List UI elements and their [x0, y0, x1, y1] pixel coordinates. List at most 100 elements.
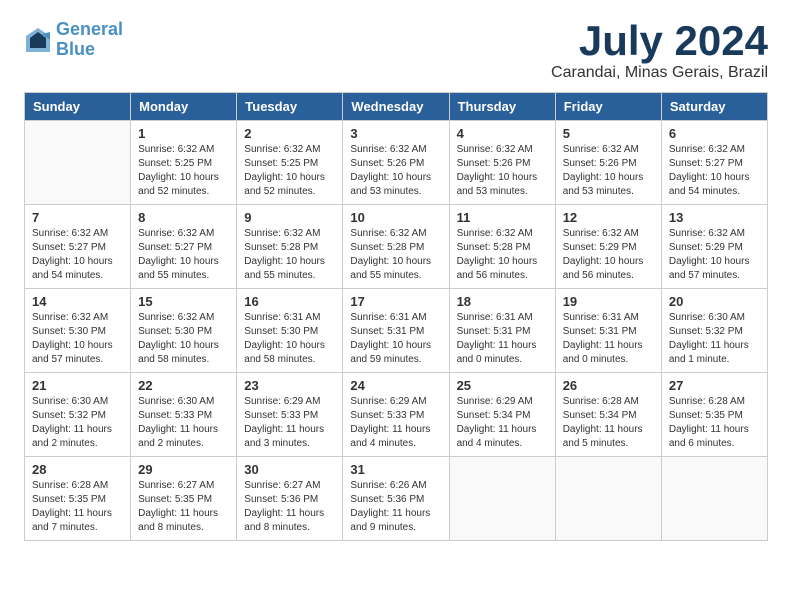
day-number: 10 [350, 210, 441, 225]
weekday-header: Tuesday [237, 93, 343, 121]
day-number: 23 [244, 378, 335, 393]
day-detail: Sunrise: 6:31 AM Sunset: 5:31 PM Dayligh… [457, 311, 548, 367]
logo-general: General [56, 19, 123, 39]
day-number: 30 [244, 462, 335, 477]
day-detail: Sunrise: 6:32 AM Sunset: 5:26 PM Dayligh… [563, 143, 654, 199]
calendar-cell: 2 Sunrise: 6:32 AM Sunset: 5:25 PM Daylig… [237, 121, 343, 205]
day-number: 12 [563, 210, 654, 225]
calendar-week-row: 14 Sunrise: 6:32 AM Sunset: 5:30 PM Dayli… [25, 289, 768, 373]
weekday-header: Wednesday [343, 93, 449, 121]
day-number: 27 [669, 378, 760, 393]
calendar-cell: 6Sunrise: 6:32 AM Sunset: 5:27 PM Daylig… [661, 121, 767, 205]
day-number: 29 [138, 462, 229, 477]
day-detail: Sunrise: 6:32 AM Sunset: 5:27 PM Dayligh… [138, 227, 229, 283]
calendar-cell: 3Sunrise: 6:32 AM Sunset: 5:26 PM Daylig… [343, 121, 449, 205]
day-number: 31 [350, 462, 441, 477]
month-title: July 2024 [551, 20, 768, 62]
calendar-cell: 4 Sunrise: 6:32 AM Sunset: 5:26 PM Daylig… [449, 121, 555, 205]
day-detail: Sunrise: 6:32 AM Sunset: 5:26 PM Dayligh… [350, 143, 441, 199]
day-detail: Sunrise: 6:30 AM Sunset: 5:32 PM Dayligh… [32, 395, 123, 451]
day-detail: Sunrise: 6:32 AM Sunset: 5:27 PM Dayligh… [32, 227, 123, 283]
day-detail: Sunrise: 6:31 AM Sunset: 5:31 PM Dayligh… [350, 311, 441, 367]
day-detail: Sunrise: 6:26 AM Sunset: 5:36 PM Dayligh… [350, 479, 441, 535]
day-number: 18 [457, 294, 548, 309]
calendar-cell: 26 Sunrise: 6:28 AM Sunset: 5:34 PM Dayli… [555, 373, 661, 457]
header: General Blue July 2024 Carandai, Minas G… [24, 20, 768, 82]
calendar-cell: 15Sunrise: 6:32 AM Sunset: 5:30 PM Dayli… [131, 289, 237, 373]
day-number: 26 [563, 378, 654, 393]
calendar-week-row: 1 Sunrise: 6:32 AM Sunset: 5:25 PM Daylig… [25, 121, 768, 205]
weekday-header: Sunday [25, 93, 131, 121]
day-detail: Sunrise: 6:32 AM Sunset: 5:25 PM Dayligh… [138, 143, 229, 199]
calendar-cell: 20Sunrise: 6:30 AM Sunset: 5:32 PM Dayli… [661, 289, 767, 373]
day-detail: Sunrise: 6:29 AM Sunset: 5:34 PM Dayligh… [457, 395, 548, 451]
calendar-body: 1 Sunrise: 6:32 AM Sunset: 5:25 PM Daylig… [25, 121, 768, 541]
calendar-cell: 24 Sunrise: 6:29 AM Sunset: 5:33 PM Dayli… [343, 373, 449, 457]
day-detail: Sunrise: 6:30 AM Sunset: 5:33 PM Dayligh… [138, 395, 229, 451]
calendar-cell: 18 Sunrise: 6:31 AM Sunset: 5:31 PM Dayli… [449, 289, 555, 373]
calendar-cell: 11Sunrise: 6:32 AM Sunset: 5:28 PM Dayli… [449, 205, 555, 289]
calendar-cell [25, 121, 131, 205]
day-number: 6 [669, 126, 760, 141]
calendar-cell: 10 Sunrise: 6:32 AM Sunset: 5:28 PM Dayli… [343, 205, 449, 289]
day-number: 15 [138, 294, 229, 309]
page-container: General Blue July 2024 Carandai, Minas G… [0, 0, 792, 561]
calendar-week-row: 7Sunrise: 6:32 AM Sunset: 5:27 PM Daylig… [25, 205, 768, 289]
day-detail: Sunrise: 6:32 AM Sunset: 5:29 PM Dayligh… [669, 227, 760, 283]
day-number: 1 [138, 126, 229, 141]
day-detail: Sunrise: 6:32 AM Sunset: 5:25 PM Dayligh… [244, 143, 335, 199]
calendar-cell [661, 457, 767, 541]
day-number: 24 [350, 378, 441, 393]
calendar-cell: 22 Sunrise: 6:30 AM Sunset: 5:33 PM Dayli… [131, 373, 237, 457]
day-number: 13 [669, 210, 760, 225]
day-detail: Sunrise: 6:29 AM Sunset: 5:33 PM Dayligh… [350, 395, 441, 451]
day-number: 2 [244, 126, 335, 141]
day-detail: Sunrise: 6:31 AM Sunset: 5:30 PM Dayligh… [244, 311, 335, 367]
day-number: 11 [457, 210, 548, 225]
calendar-week-row: 21 Sunrise: 6:30 AM Sunset: 5:32 PM Dayli… [25, 373, 768, 457]
calendar-cell: 19 Sunrise: 6:31 AM Sunset: 5:31 PM Dayli… [555, 289, 661, 373]
day-number: 25 [457, 378, 548, 393]
day-number: 19 [563, 294, 654, 309]
day-number: 5 [563, 126, 654, 141]
day-detail: Sunrise: 6:30 AM Sunset: 5:32 PM Dayligh… [669, 311, 760, 367]
day-detail: Sunrise: 6:32 AM Sunset: 5:28 PM Dayligh… [244, 227, 335, 283]
day-detail: Sunrise: 6:32 AM Sunset: 5:26 PM Dayligh… [457, 143, 548, 199]
calendar-cell: 28Sunrise: 6:28 AM Sunset: 5:35 PM Dayli… [25, 457, 131, 541]
weekday-row: SundayMondayTuesdayWednesdayThursdayFrid… [25, 93, 768, 121]
day-number: 14 [32, 294, 123, 309]
calendar-cell: 8 Sunrise: 6:32 AM Sunset: 5:27 PM Daylig… [131, 205, 237, 289]
weekday-header: Saturday [661, 93, 767, 121]
day-number: 17 [350, 294, 441, 309]
calendar: SundayMondayTuesdayWednesdayThursdayFrid… [24, 92, 768, 541]
day-detail: Sunrise: 6:32 AM Sunset: 5:30 PM Dayligh… [32, 311, 123, 367]
day-detail: Sunrise: 6:27 AM Sunset: 5:35 PM Dayligh… [138, 479, 229, 535]
day-number: 9 [244, 210, 335, 225]
calendar-cell: 16 Sunrise: 6:31 AM Sunset: 5:30 PM Dayli… [237, 289, 343, 373]
day-number: 16 [244, 294, 335, 309]
day-detail: Sunrise: 6:32 AM Sunset: 5:28 PM Dayligh… [350, 227, 441, 283]
logo-icon [24, 26, 52, 54]
day-number: 22 [138, 378, 229, 393]
day-detail: Sunrise: 6:32 AM Sunset: 5:29 PM Dayligh… [563, 227, 654, 283]
calendar-cell: 12 Sunrise: 6:32 AM Sunset: 5:29 PM Dayli… [555, 205, 661, 289]
day-number: 8 [138, 210, 229, 225]
logo-text: General Blue [56, 20, 123, 60]
calendar-cell: 21 Sunrise: 6:30 AM Sunset: 5:32 PM Dayli… [25, 373, 131, 457]
calendar-cell [555, 457, 661, 541]
weekday-header: Monday [131, 93, 237, 121]
calendar-cell: 14 Sunrise: 6:32 AM Sunset: 5:30 PM Dayli… [25, 289, 131, 373]
logo-blue: Blue [56, 39, 95, 59]
calendar-cell: 27Sunrise: 6:28 AM Sunset: 5:35 PM Dayli… [661, 373, 767, 457]
calendar-cell [449, 457, 555, 541]
calendar-header: SundayMondayTuesdayWednesdayThursdayFrid… [25, 93, 768, 121]
calendar-cell: 17 Sunrise: 6:31 AM Sunset: 5:31 PM Dayli… [343, 289, 449, 373]
day-number: 4 [457, 126, 548, 141]
day-detail: Sunrise: 6:31 AM Sunset: 5:31 PM Dayligh… [563, 311, 654, 367]
calendar-cell: 7Sunrise: 6:32 AM Sunset: 5:27 PM Daylig… [25, 205, 131, 289]
day-detail: Sunrise: 6:29 AM Sunset: 5:33 PM Dayligh… [244, 395, 335, 451]
day-detail: Sunrise: 6:28 AM Sunset: 5:34 PM Dayligh… [563, 395, 654, 451]
day-detail: Sunrise: 6:27 AM Sunset: 5:36 PM Dayligh… [244, 479, 335, 535]
day-number: 21 [32, 378, 123, 393]
day-number: 28 [32, 462, 123, 477]
